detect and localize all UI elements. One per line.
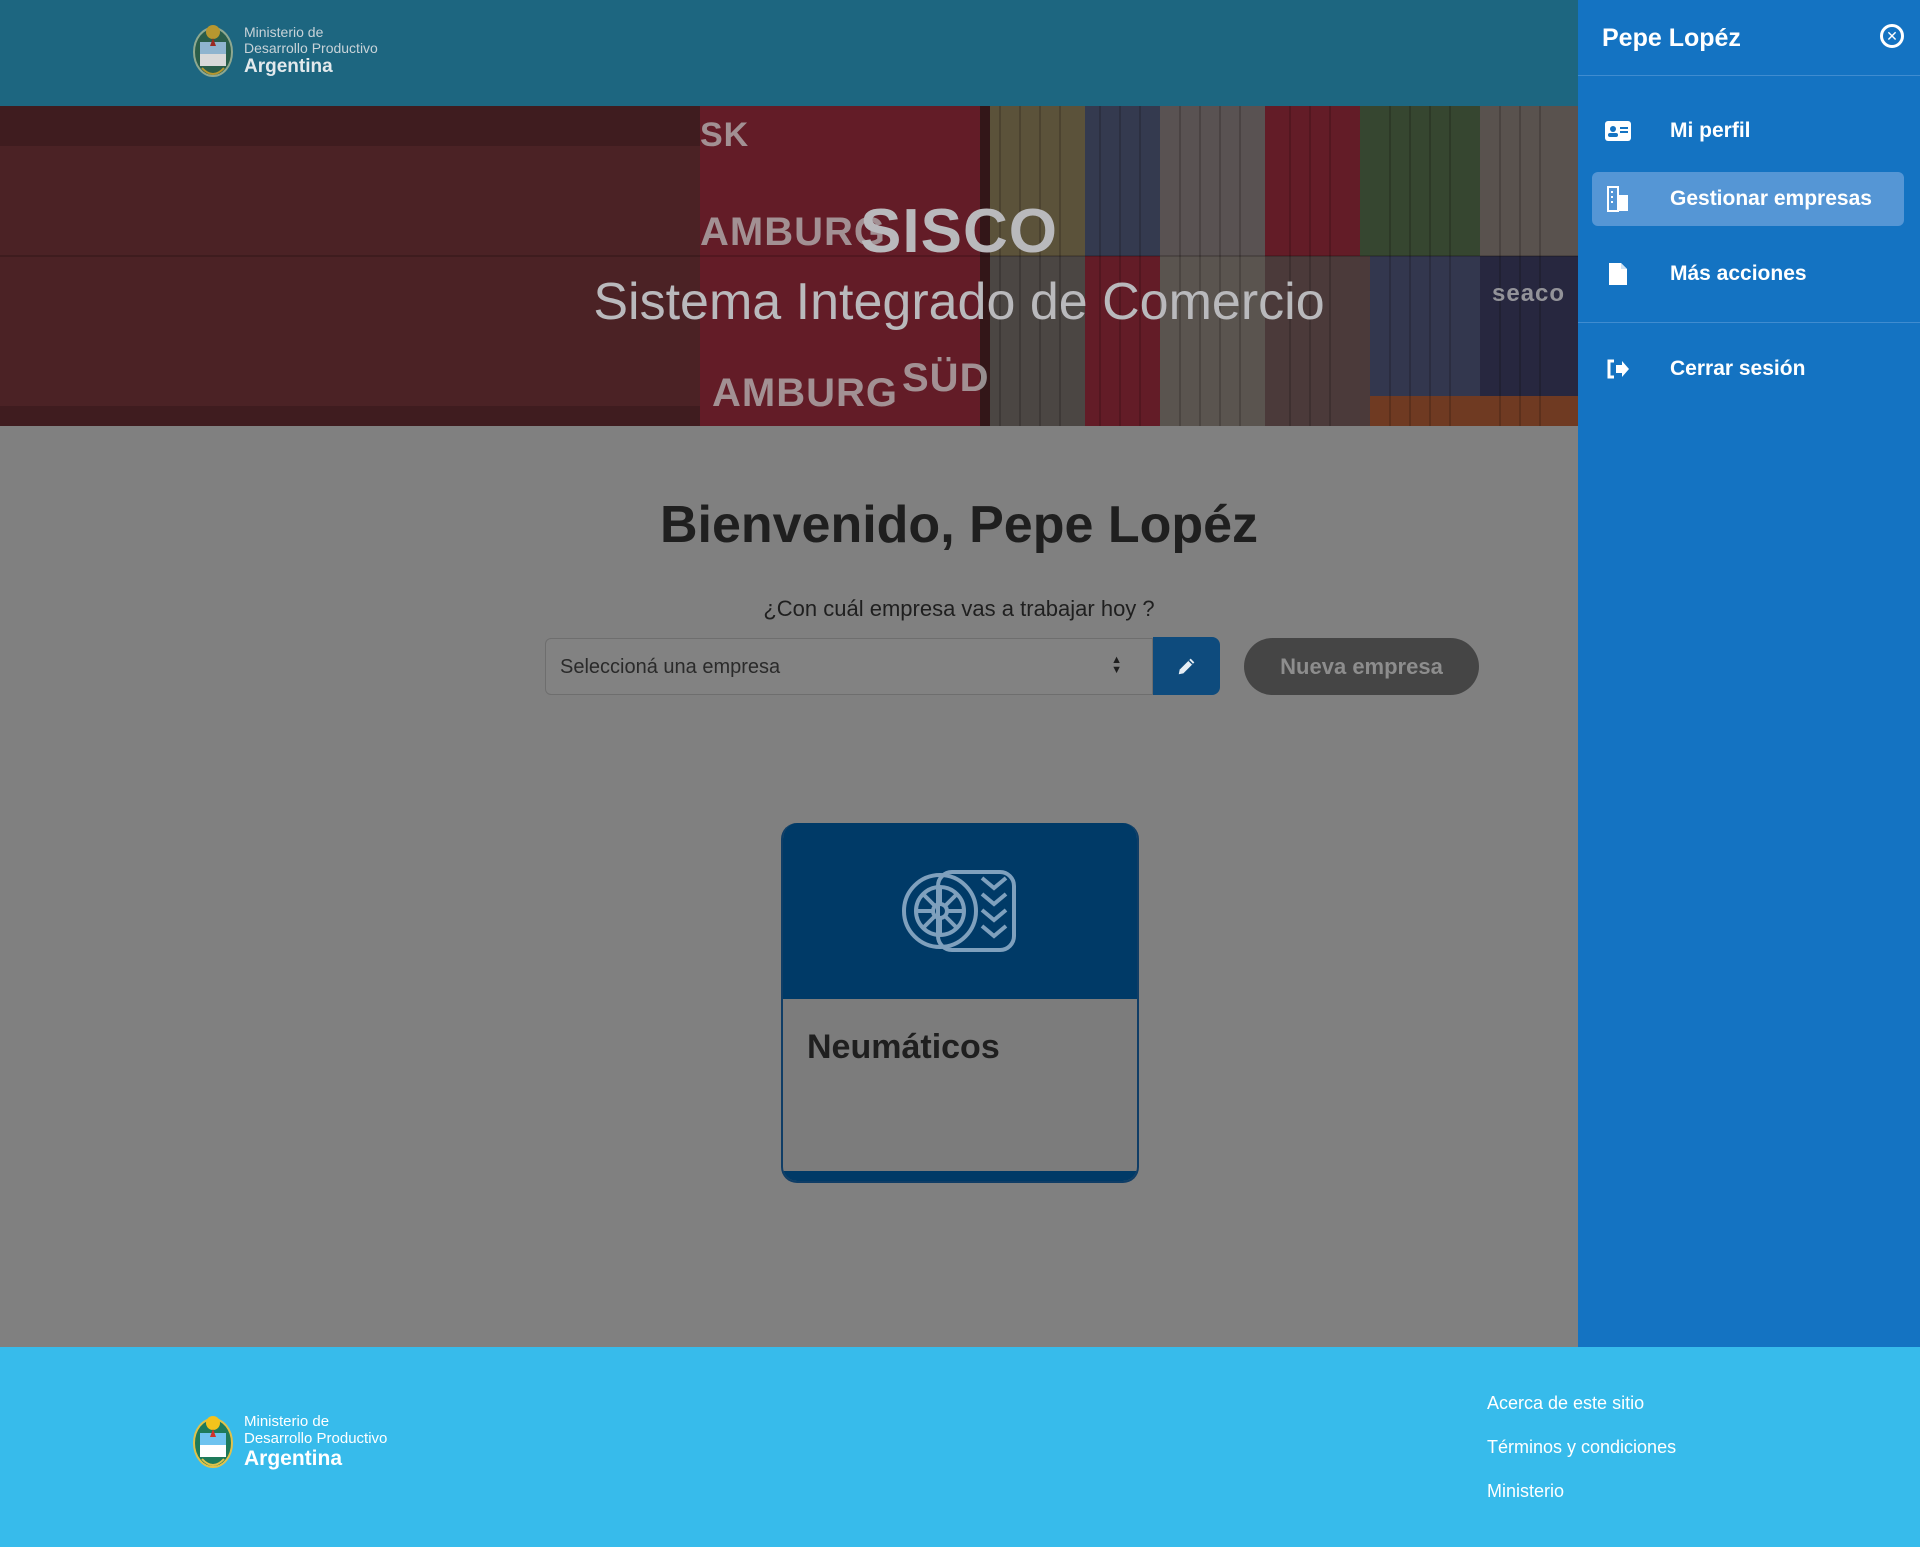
card-header <box>783 823 1137 999</box>
app-subtitle: Sistema Integrado de Comercio <box>593 273 1325 331</box>
card-title: Neumáticos <box>807 1028 1000 1066</box>
footer-brand-line-2: Desarrollo Productivo <box>244 1429 388 1447</box>
brand-line-1: Ministerio de <box>244 23 324 40</box>
pencil-icon <box>1178 658 1194 675</box>
new-company-button[interactable]: Nueva empresa <box>1244 638 1479 695</box>
sidebar-item-mi-perfil[interactable]: Mi perfil <box>1592 104 1904 158</box>
footer-link-terminos[interactable]: Términos y condiciones <box>1487 1437 1676 1458</box>
hero-stamp-3: SÜD <box>902 356 990 400</box>
footer-link-ministerio[interactable]: Ministerio <box>1487 1481 1676 1502</box>
select-arrows-icon: ▲ ▼ <box>1111 654 1122 676</box>
footer-links: Acerca de este sitio Términos y condicio… <box>1487 1393 1676 1525</box>
sidebar-header: Pepe Lopéz ✕ <box>1578 0 1920 76</box>
sidebar-user-name: Pepe Lopéz <box>1602 24 1741 52</box>
sidebar-item-mas-acciones[interactable]: Más acciones <box>1592 247 1904 301</box>
hero-stamp-2: AMBURG <box>712 371 898 415</box>
footer-link-acerca[interactable]: Acerca de este sitio <box>1487 1393 1676 1414</box>
sidebar-item-cerrar-sesion[interactable]: Cerrar sesión <box>1592 342 1904 396</box>
brand-line-2: Desarrollo Productivo <box>244 40 378 57</box>
hero-stamp-4: SK <box>700 116 750 154</box>
edit-company-button[interactable] <box>1153 637 1220 695</box>
top-header: Ministerio de Desarrollo Productivo Arge… <box>0 0 1578 106</box>
footer-brand-line-3: Argentina <box>244 1447 343 1471</box>
sidebar-item-label: Mi perfil <box>1670 119 1751 142</box>
sidebar-item-gestionar-empresas[interactable]: Gestionar empresas <box>1592 172 1904 226</box>
close-icon[interactable]: ✕ <box>1880 24 1904 48</box>
id-card-icon <box>1604 121 1632 141</box>
app-title: SISCO <box>860 197 1058 266</box>
site-footer: Ministerio de Desarrollo Productivo Arge… <box>0 1347 1920 1547</box>
hero-banner: AMBURG AMBURG SÜD SK seaco SISCO Sistema… <box>0 106 1578 426</box>
sidebar-item-label: Cerrar sesión <box>1670 357 1806 380</box>
company-card[interactable]: Neumáticos <box>781 823 1139 1183</box>
sidebar-item-label: Más acciones <box>1670 262 1807 285</box>
file-icon <box>1604 263 1632 285</box>
sidebar-item-label: Gestionar empresas <box>1670 187 1872 210</box>
tire-icon <box>902 870 1016 952</box>
sign-out-icon <box>1604 359 1632 379</box>
coat-of-arms-icon <box>193 25 233 77</box>
company-select[interactable]: Seleccioná una empresa ▲ ▼ <box>545 638 1153 695</box>
building-icon <box>1604 185 1632 213</box>
card-bottom-bar <box>783 1171 1137 1181</box>
user-sidebar: Pepe Lopéz ✕ Mi perfil Gestionar empresa… <box>1578 0 1920 1347</box>
footer-ministry-logo[interactable]: Ministerio de Desarrollo Productivo Arge… <box>190 1409 387 1475</box>
brand-line-3: Argentina <box>244 56 333 78</box>
coat-of-arms-icon <box>193 1416 233 1468</box>
company-select-value: Seleccioná una empresa <box>560 656 781 678</box>
ministry-logo[interactable]: Ministerio de Desarrollo Productivo Arge… <box>190 18 378 84</box>
sidebar-divider <box>1578 322 1920 323</box>
footer-brand-line-1: Ministerio de <box>244 1412 330 1430</box>
